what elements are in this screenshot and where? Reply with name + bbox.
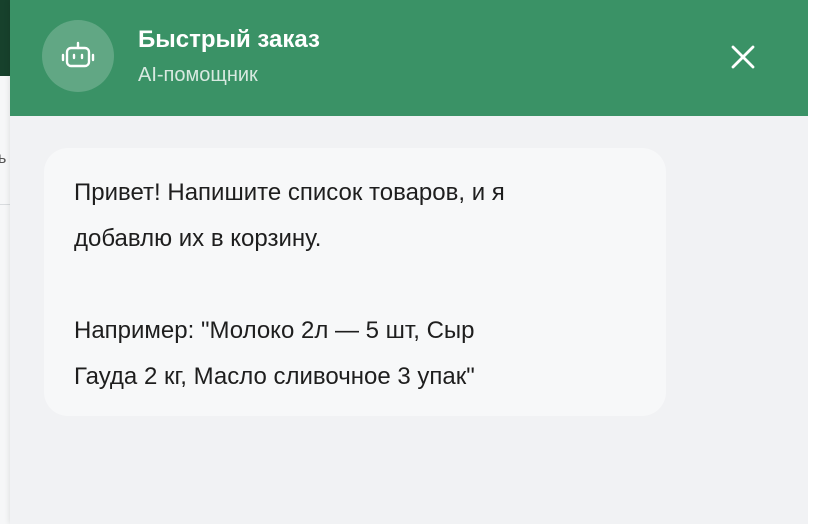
assistant-message-text: Привет! Напишите список товаров, и я доб… (74, 170, 654, 400)
close-button[interactable] (722, 36, 764, 78)
message-line: Гауда 2 кг, Масло сливочное 3 упак" (74, 363, 475, 390)
panel-title: Быстрый заказ (138, 26, 320, 53)
background-page-header (0, 0, 10, 76)
page-right-margin (808, 0, 818, 524)
panel-subtitle: AI-помощник (138, 64, 258, 86)
quick-order-panel: Быстрый заказ AI-помощник Привет! Напиши… (10, 0, 808, 524)
background-page-divider (0, 204, 10, 205)
message-line: Привет! Напишите список товаров, и я (74, 179, 505, 206)
message-line: Например: "Молоко 2л — 5 шт, Сыр (74, 317, 475, 344)
background-page: ь (0, 0, 10, 524)
panel-header: Быстрый заказ AI-помощник (10, 0, 808, 116)
quick-order-screen: ь Быстрый заказ AI-помощник Привет! Напи… (0, 0, 818, 524)
background-page-text: ь (0, 150, 7, 167)
assistant-avatar (42, 20, 114, 92)
message-line: добавлю их в корзину. (74, 225, 322, 252)
assistant-message-bubble: Привет! Напишите список товаров, и я доб… (44, 148, 666, 416)
